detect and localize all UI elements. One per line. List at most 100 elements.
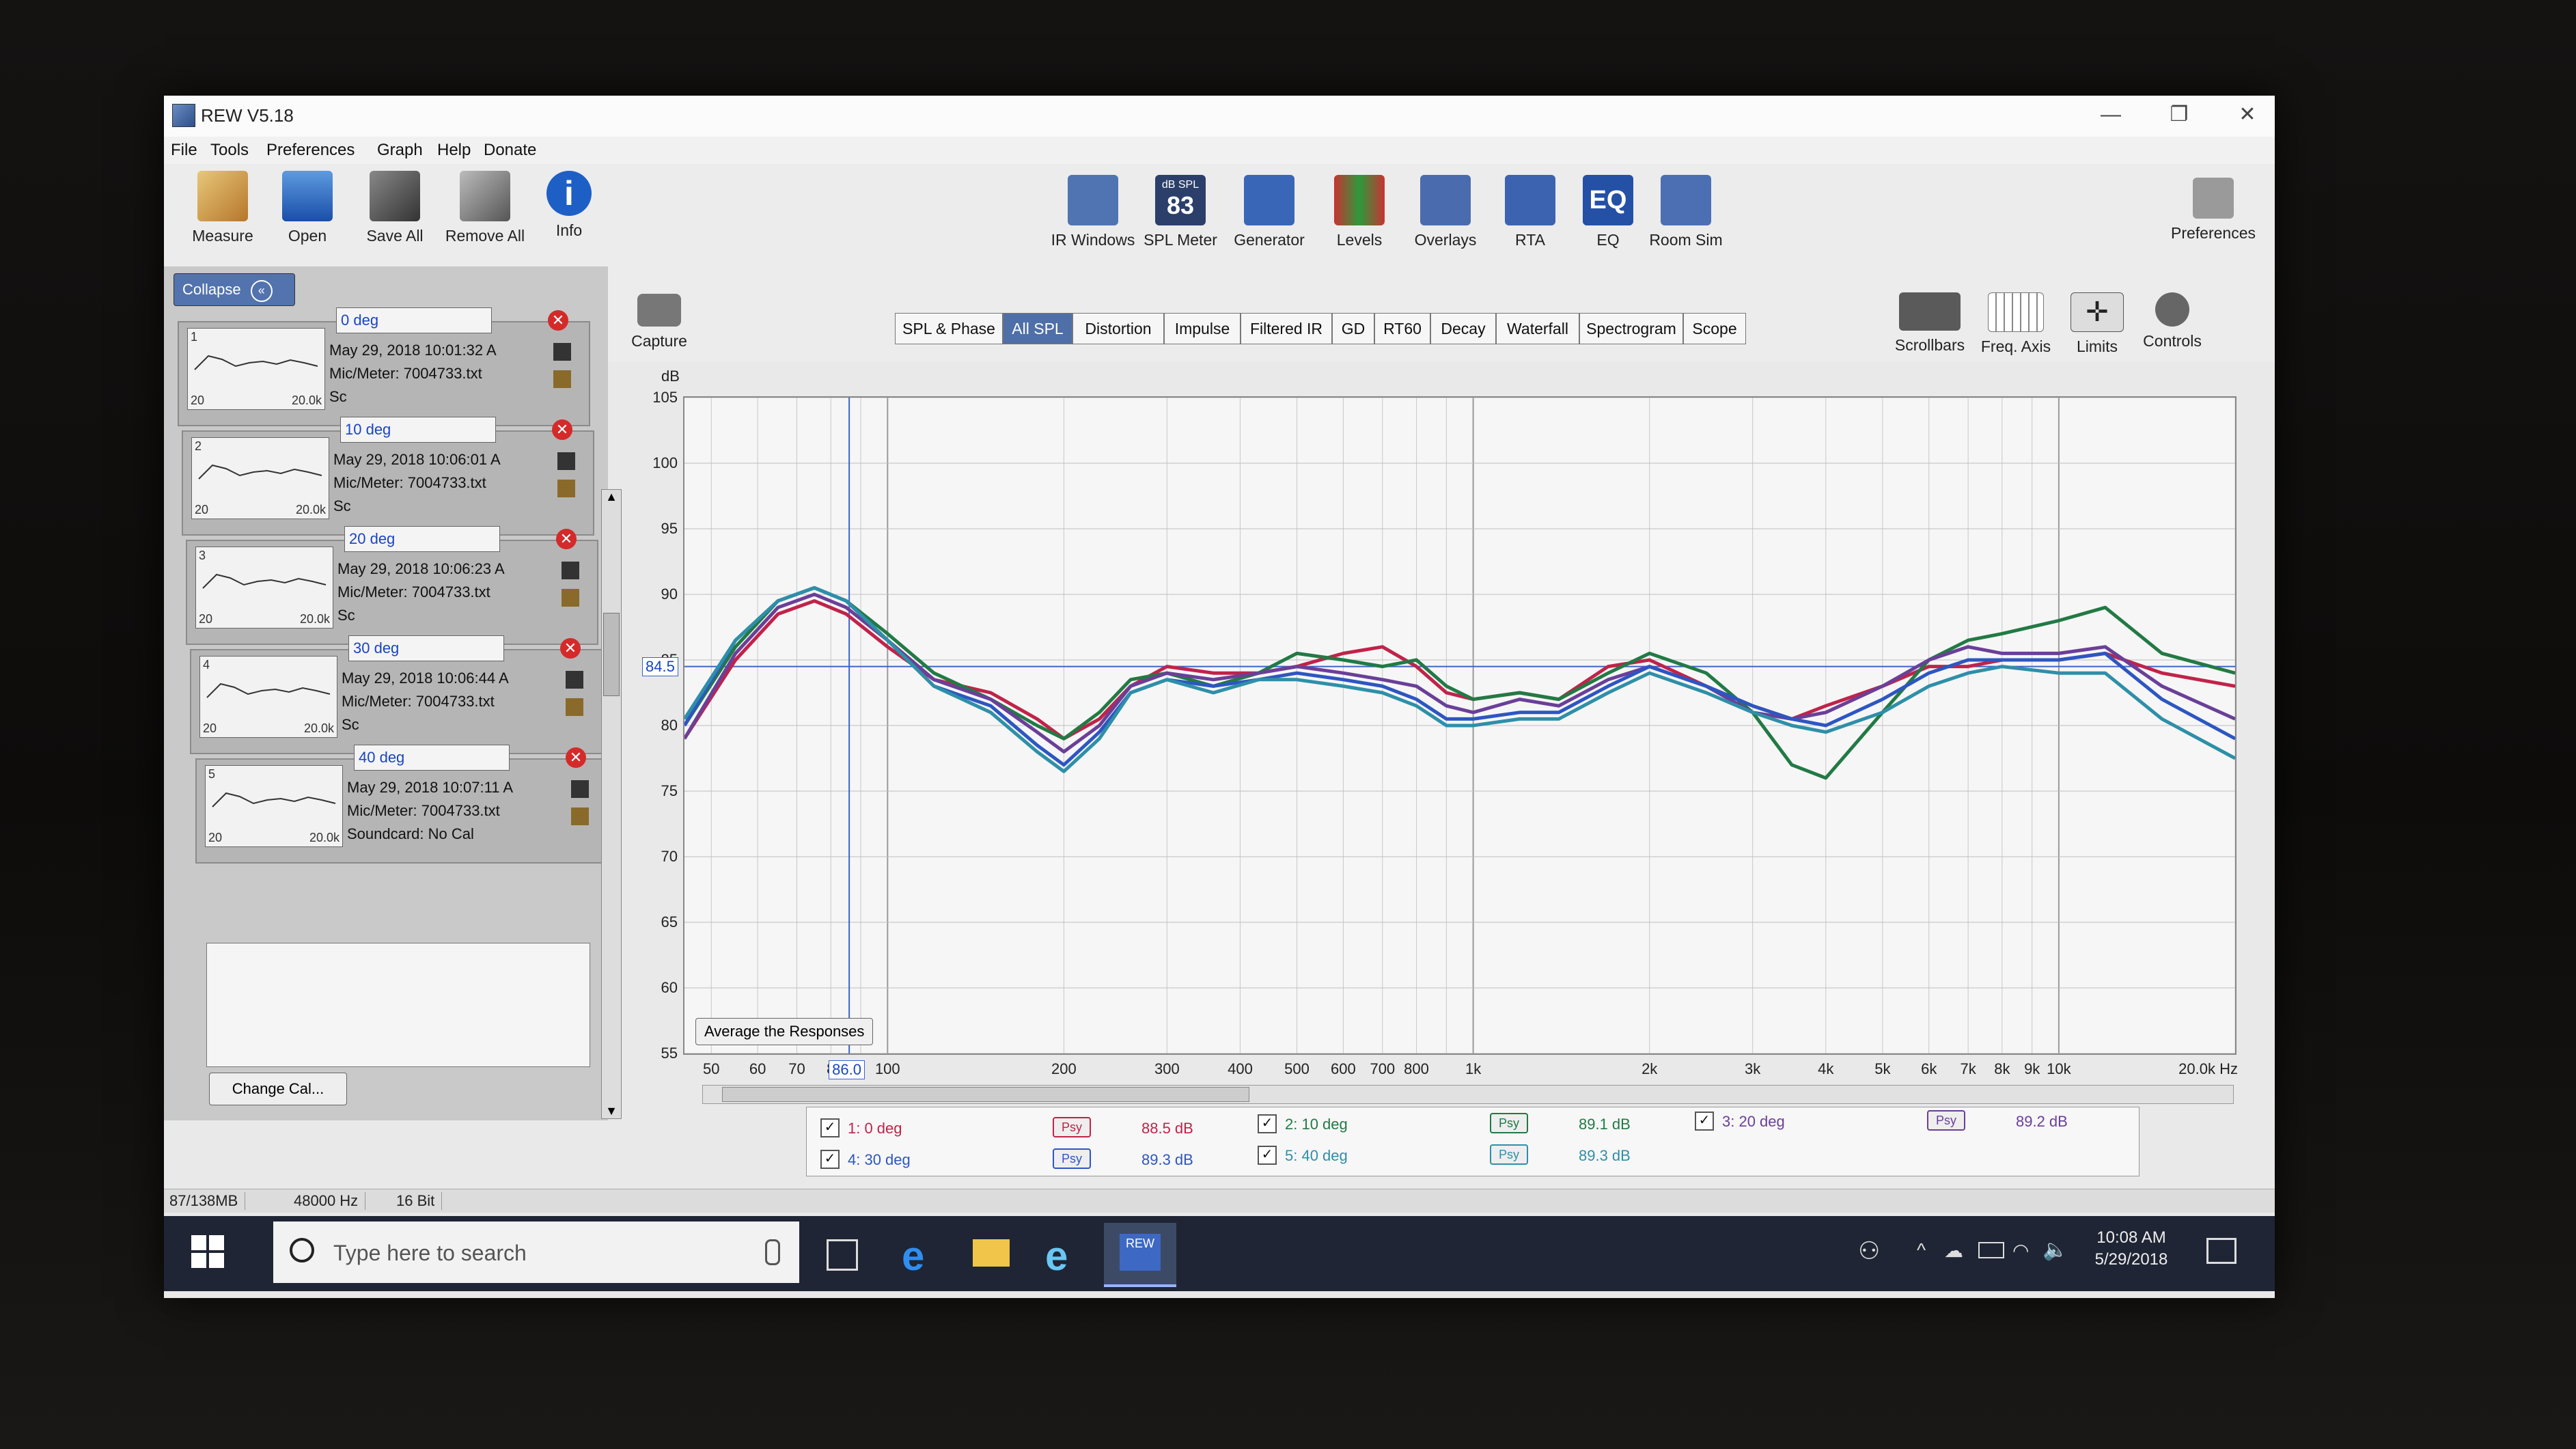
panel-scrollbar[interactable]: ▲ ▼	[601, 489, 622, 1119]
info-button[interactable]: i Info	[531, 171, 607, 240]
ir-windows-button[interactable]: IR Windows	[1045, 175, 1141, 249]
legend-visibility-checkbox[interactable]: ✓	[820, 1118, 840, 1137]
measurement-card[interactable]: 3 20 20.0k 20 deg ✕ May 29, 2018 10:06:23 A Mi…	[186, 526, 598, 645]
show-hidden-icons-chevron-icon[interactable]: ^	[1917, 1239, 1926, 1261]
remove-measurement-icon[interactable]: ✕	[552, 419, 572, 440]
levels-button[interactable]: Levels	[1312, 175, 1407, 249]
scroll-up-arrow-icon[interactable]: ▲	[602, 490, 621, 504]
room-sim-button[interactable]: Room Sim	[1638, 175, 1734, 249]
measurement-chart-icon[interactable]	[557, 452, 575, 470]
menu-donate[interactable]: Donate	[484, 141, 536, 160]
tab-waterfall[interactable]: Waterfall	[1496, 313, 1579, 344]
tab-all-spl[interactable]: All SPL	[1003, 313, 1072, 344]
action-center-icon[interactable]	[2206, 1238, 2236, 1264]
x-scrollbar-thumb[interactable]	[722, 1087, 1249, 1102]
remove-measurement-icon[interactable]: ✕	[556, 529, 577, 549]
measurement-name-field[interactable]: 0 deg	[336, 307, 492, 333]
people-icon[interactable]: ⚇	[1858, 1237, 1880, 1265]
measurement-edit-icon[interactable]	[562, 589, 579, 607]
measurement-card[interactable]: 4 20 20.0k 30 deg ✕ May 29, 2018 10:06:44 A Mi…	[190, 635, 603, 754]
tab-rt60[interactable]: RT60	[1374, 313, 1430, 344]
remove-measurement-icon[interactable]: ✕	[560, 638, 581, 659]
speaker-volume-icon[interactable]: 🔈	[2042, 1238, 2068, 1262]
x-tick-label: 4k	[1818, 1060, 1834, 1077]
legend-visibility-checkbox[interactable]: ✓	[1258, 1114, 1277, 1133]
minimize-button[interactable]: —	[2090, 101, 2131, 128]
start-button[interactable]	[191, 1235, 224, 1268]
legend-visibility-checkbox[interactable]: ✓	[820, 1150, 840, 1169]
generator-button[interactable]: Generator	[1221, 175, 1317, 249]
tab-gd[interactable]: GD	[1332, 313, 1374, 344]
restore-button[interactable]: ❐	[2159, 101, 2200, 128]
measurement-name-field[interactable]: 20 deg	[344, 526, 500, 552]
preferences-button[interactable]: Preferences	[2165, 178, 2261, 243]
spl-meter-button[interactable]: dB SPL 83 SPL Meter	[1133, 175, 1228, 249]
taskbar-clock[interactable]: 10:08 AM 5/29/2018	[2083, 1228, 2179, 1269]
panel-scrollbar-thumb[interactable]	[603, 613, 620, 696]
open-button[interactable]: Open	[260, 171, 355, 245]
average-responses-button[interactable]: Average the Responses	[695, 1018, 874, 1045]
measurement-name-field[interactable]: 10 deg	[340, 417, 496, 443]
remove-measurement-icon[interactable]: ✕	[566, 747, 586, 768]
remove-measurement-icon[interactable]: ✕	[548, 310, 568, 331]
measurement-card[interactable]: 1 20 20.0k 0 deg ✕ May 29, 2018 10:01:32 A Mic…	[178, 307, 590, 426]
change-cal-button[interactable]: Change Cal...	[209, 1073, 347, 1105]
tab-scope[interactable]: Scope	[1683, 313, 1746, 344]
internet-explorer-icon[interactable]: e	[1045, 1232, 1068, 1280]
menu-preferences[interactable]: Preferences	[266, 141, 355, 160]
limits-button[interactable]: ✛ Limits	[2056, 292, 2138, 356]
scroll-down-arrow-icon[interactable]: ▼	[602, 1104, 621, 1118]
menu-graph[interactable]: Graph	[377, 141, 423, 160]
spl-graph[interactable]: Average the Responses	[682, 396, 2236, 1055]
tab-impulse[interactable]: Impulse	[1164, 313, 1241, 344]
menu-file[interactable]: File	[171, 141, 197, 160]
legend-trace-name: 5: 40 deg	[1285, 1147, 1348, 1164]
battery-icon[interactable]	[1978, 1242, 2004, 1258]
measurement-edit-icon[interactable]	[553, 370, 571, 388]
measurement-card[interactable]: 2 20 20.0k 10 deg ✕ May 29, 2018 10:06:01 A Mi…	[182, 417, 594, 536]
psy-smoothing-button[interactable]: Psy	[1053, 1148, 1091, 1169]
psy-smoothing-button[interactable]: Psy	[1053, 1117, 1091, 1137]
tab-distortion[interactable]: Distortion	[1072, 313, 1164, 344]
close-button[interactable]: ✕	[2227, 101, 2268, 128]
measurement-name-field[interactable]: 40 deg	[354, 745, 510, 771]
rew-taskbar-button[interactable]: REW	[1104, 1223, 1176, 1287]
controls-button[interactable]: Controls	[2131, 292, 2213, 350]
psy-smoothing-button[interactable]: Psy	[1490, 1144, 1528, 1165]
measurement-chart-icon[interactable]	[566, 671, 583, 689]
measure-button[interactable]: Measure	[175, 171, 271, 245]
x-tick-label: 1k	[1465, 1060, 1482, 1077]
task-view-icon[interactable]	[827, 1239, 858, 1271]
remove-all-button[interactable]: Remove All	[437, 171, 533, 245]
tab-decay[interactable]: Decay	[1430, 313, 1496, 344]
tab-spl-phase[interactable]: SPL & Phase	[895, 313, 1003, 344]
measurement-edit-icon[interactable]	[566, 698, 583, 716]
collapse-button[interactable]: Collapse «	[174, 273, 295, 306]
psy-smoothing-button[interactable]: Psy	[1490, 1113, 1528, 1133]
measurement-edit-icon[interactable]	[571, 808, 589, 825]
measurement-card[interactable]: 5 20 20.0k 40 deg ✕ May 29, 2018 10:07:11 A Mi…	[195, 745, 608, 864]
measurement-chart-icon[interactable]	[562, 562, 579, 579]
cloud-icon[interactable]: ☁	[1944, 1239, 1963, 1262]
wifi-icon[interactable]: ◠	[2012, 1239, 2029, 1262]
x-axis-scrollbar[interactable]	[702, 1085, 2234, 1104]
capture-button[interactable]: Capture	[615, 294, 704, 350]
psy-smoothing-button[interactable]: Psy	[1927, 1110, 1965, 1131]
freq-axis-button[interactable]: Freq. Axis	[1971, 292, 2060, 356]
scrollbars-button[interactable]: Scrollbars	[1885, 292, 1974, 355]
measurement-edit-icon[interactable]	[557, 480, 575, 497]
tab-spectrogram[interactable]: Spectrogram	[1579, 313, 1683, 344]
measurement-chart-icon[interactable]	[553, 343, 571, 361]
measurement-chart-icon[interactable]	[571, 780, 589, 798]
menu-help[interactable]: Help	[437, 141, 471, 160]
tab-filtered-ir[interactable]: Filtered IR	[1241, 313, 1332, 344]
edge-browser-icon[interactable]: e	[902, 1232, 924, 1280]
taskbar-search-box[interactable]: Type here to search	[273, 1222, 799, 1283]
save-all-button[interactable]: Save All	[347, 171, 443, 245]
legend-visibility-checkbox[interactable]: ✓	[1258, 1146, 1277, 1165]
legend-visibility-checkbox[interactable]: ✓	[1695, 1112, 1714, 1131]
file-explorer-icon[interactable]	[973, 1239, 1010, 1267]
measurement-name-field[interactable]: 30 deg	[348, 635, 504, 661]
overlays-button[interactable]: Overlays	[1398, 175, 1493, 249]
menu-tools[interactable]: Tools	[210, 141, 249, 160]
